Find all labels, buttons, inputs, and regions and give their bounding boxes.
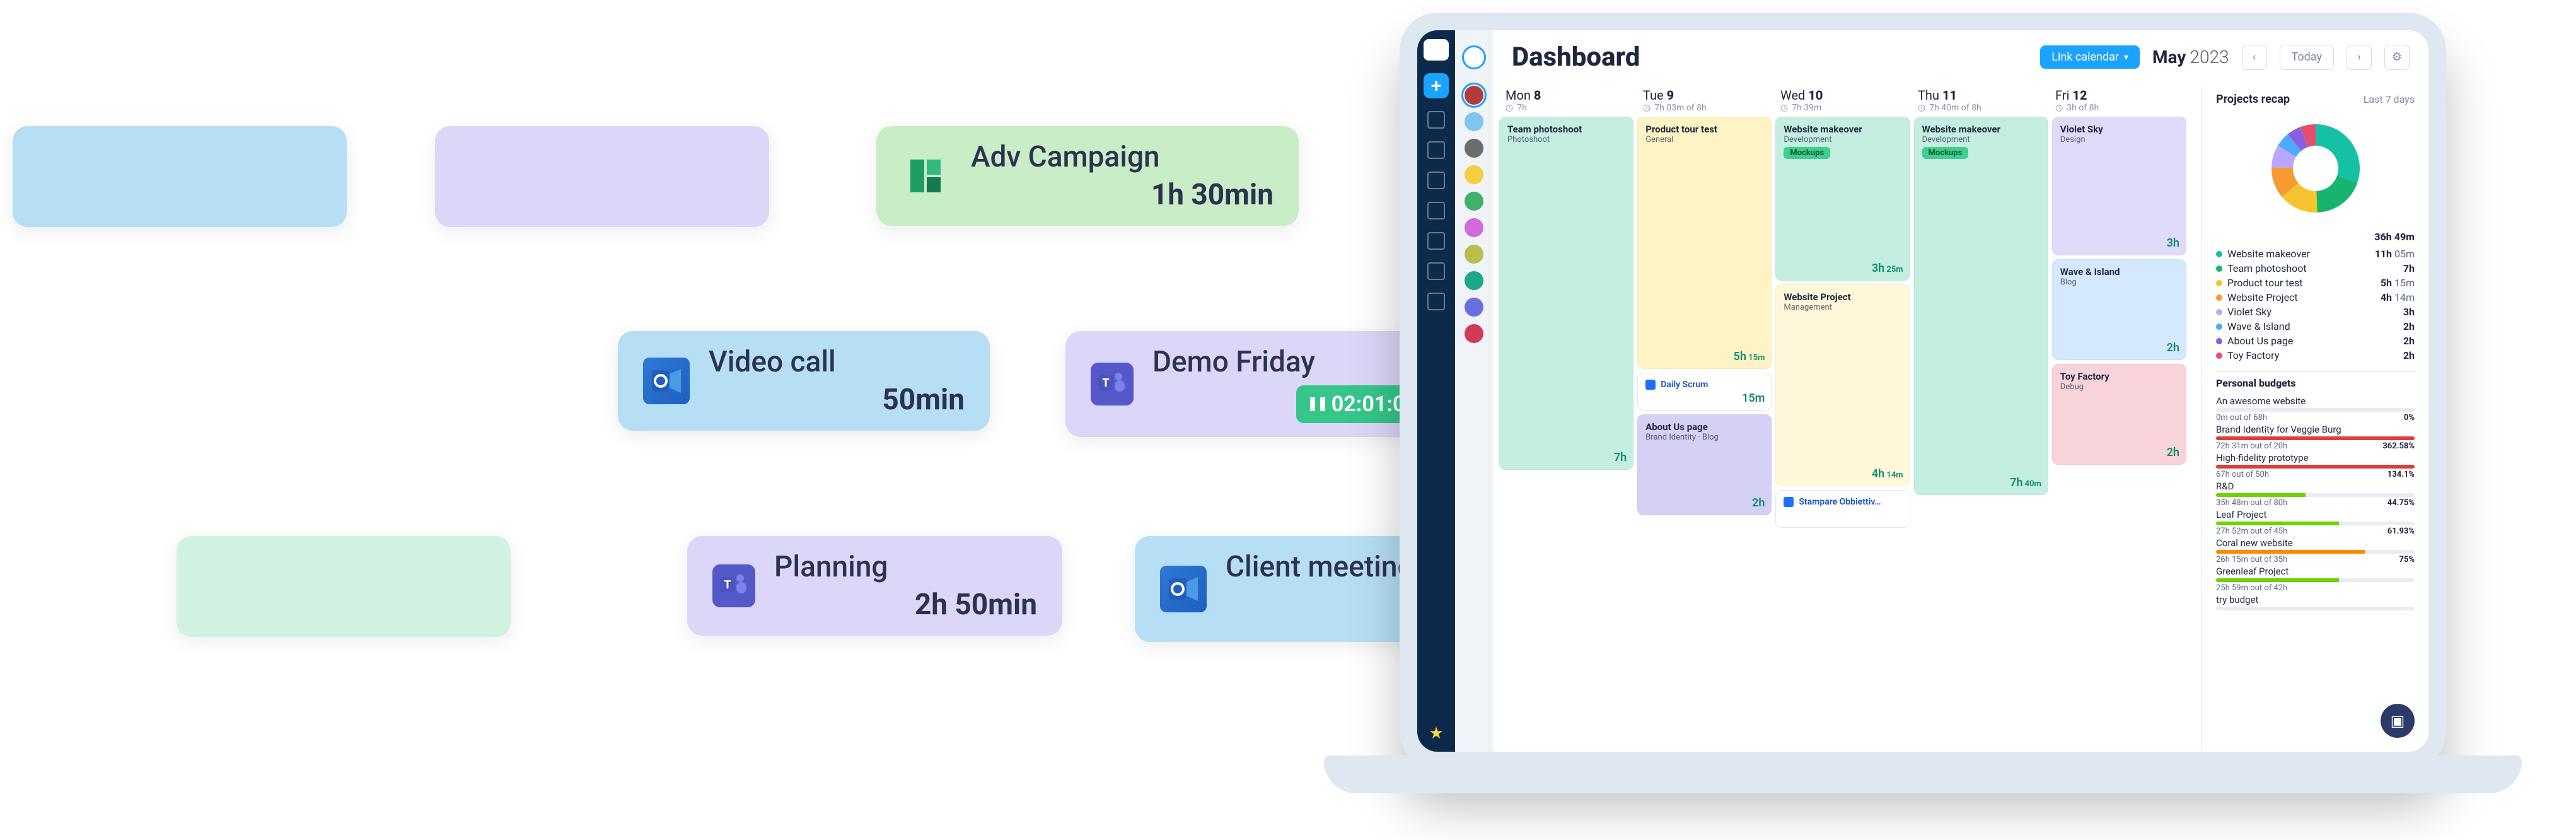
app-logo-icon[interactable] [1424, 39, 1449, 61]
legend-row: Wave & Island2h [2216, 320, 2415, 332]
project-dot[interactable] [1465, 86, 1483, 105]
avatar[interactable] [1462, 45, 1486, 69]
month-label: May2023 [2152, 47, 2229, 67]
calendar-event[interactable]: Website makeoverDevelopmentMockups3h 25m [1775, 117, 1910, 281]
recap-total: 36h 49m [2216, 231, 2415, 243]
laptop-mock: + ★ Dashboard Link calendar [1400, 13, 2446, 769]
day-column: Team photoshootPhotoshoot7h [1499, 117, 1633, 528]
day-column: Product tour testGeneral5h 15m Daily Scru… [1637, 117, 1772, 528]
next-button[interactable]: › [2347, 45, 2372, 70]
day-column: Violet SkyDesign3hWave & IslandBlog2hToy… [2052, 117, 2186, 528]
day-header: Tue 97h 03m of 8h [1637, 84, 1774, 117]
blank-card-mint [177, 536, 511, 637]
card-duration: 1h 30min [971, 178, 1273, 212]
card-video-call[interactable]: Video call 50min [618, 331, 990, 431]
planner-icon [902, 151, 952, 201]
calendar-event[interactable]: Stampare Obbiettiv… [1775, 490, 1910, 528]
card-duration: 2h 50min [774, 588, 1037, 622]
card-title: Video call [709, 345, 965, 379]
project-dot[interactable] [1465, 218, 1483, 237]
budget-row[interactable]: try budget [2216, 594, 2415, 612]
recap-panel: Projects recap Last 7 days 36h 49m Websi… [2202, 84, 2428, 752]
calendar-event[interactable]: Product tour testGeneral5h 15m [1637, 117, 1772, 369]
nav-list-icon[interactable] [1427, 141, 1445, 159]
budget-row[interactable]: Coral new website26h 15m out of 35h75% [2216, 537, 2415, 564]
blank-card-lilac [435, 126, 769, 227]
calendar-event[interactable]: About Us pageBrand Identity · Blog2h [1637, 414, 1772, 515]
calendar-event[interactable]: Daily Scrum15m [1637, 373, 1772, 411]
calendar-event[interactable]: Wave & IslandBlog2h [2052, 259, 2186, 360]
card-duration: 50min [709, 383, 965, 417]
project-dot[interactable] [1465, 324, 1483, 343]
add-button[interactable]: + [1424, 73, 1449, 98]
calendar: Mon 87hTue 97h 03m of 8hWed 107h 39mThu … [1493, 84, 2202, 752]
project-column [1455, 30, 1493, 752]
calendar-event[interactable]: Website makeoverDevelopmentMockups7h 40m [1914, 117, 2048, 495]
legend-row: Team photoshoot7h [2216, 262, 2415, 274]
budget-row[interactable]: Greenleaf Project25h 59m out of 42h [2216, 566, 2415, 593]
legend-row: Toy Factory2h [2216, 349, 2415, 361]
budgets-heading: Personal budgets [2216, 371, 2415, 389]
calendar-event[interactable]: Violet SkyDesign3h [2052, 117, 2186, 255]
nav-rail: + ★ [1417, 30, 1455, 752]
budget-row[interactable]: An awesome website0m out of 68h0% [2216, 395, 2415, 423]
legend-row: Product tour test5h 15m [2216, 277, 2415, 289]
project-dot[interactable] [1465, 112, 1483, 131]
teams-icon: T [1091, 363, 1134, 405]
project-dot[interactable] [1465, 165, 1483, 184]
teams-icon: T [712, 564, 755, 607]
project-dot[interactable] [1465, 298, 1483, 317]
card-adv-campaign[interactable]: Adv Campaign 1h 30min [876, 126, 1299, 226]
today-button[interactable]: Today [2280, 45, 2334, 70]
recap-period: Last 7 days [2364, 93, 2415, 105]
project-dot[interactable] [1465, 192, 1483, 211]
legend-row: About Us page2h [2216, 335, 2415, 347]
card-demo-friday[interactable]: T Demo Friday 02:01:08 [1065, 331, 1456, 437]
svg-text:T: T [1102, 376, 1109, 390]
card-title: Planning [774, 550, 1037, 584]
star-icon[interactable]: ★ [1429, 724, 1443, 743]
topbar: Dashboard Link calendar May2023 ‹ Today … [1493, 30, 2428, 84]
day-column: Website makeoverDevelopmentMockups3h 25m… [1775, 117, 1910, 528]
page-title: Dashboard [1512, 42, 1640, 73]
project-dot[interactable] [1465, 245, 1483, 264]
legend-row: Violet Sky3h [2216, 306, 2415, 318]
card-planning[interactable]: T Planning 2h 50min [687, 536, 1062, 636]
budget-row[interactable]: Brand Identity for Veggie Burg72h 31m ou… [2216, 424, 2415, 451]
budget-row[interactable]: R&D35h 48m out of 80h44.75% [2216, 481, 2415, 508]
day-header: Fri 123h of 8h [2049, 84, 2186, 117]
outlook-icon [643, 358, 690, 404]
nav-team-icon[interactable] [1427, 262, 1445, 280]
project-dot[interactable] [1465, 139, 1483, 158]
nav-reports-icon[interactable] [1427, 202, 1445, 219]
pause-icon [1310, 392, 1325, 417]
nav-calendar-icon[interactable] [1427, 111, 1445, 129]
project-dot[interactable] [1465, 271, 1483, 290]
day-column: Website makeoverDevelopmentMockups7h 40m [1914, 117, 2048, 528]
day-header: Mon 87h [1499, 84, 1637, 117]
nav-folder-icon[interactable] [1427, 172, 1445, 189]
budget-row[interactable]: High-fidelity prototype67h out of 50h134… [2216, 452, 2415, 479]
outlook-icon [1160, 566, 1207, 612]
settings-button[interactable]: ⚙ [2384, 45, 2410, 70]
nav-chart-icon[interactable] [1427, 232, 1445, 250]
recap-title: Projects recap [2216, 93, 2290, 106]
calendar-event[interactable]: Team photoshootPhotoshoot7h [1499, 117, 1633, 470]
help-fab[interactable]: ▣ [2381, 704, 2415, 738]
legend-row: Website makeover11h 05m [2216, 248, 2415, 260]
blank-card-blue [13, 126, 347, 227]
day-header: Thu 117h 40m of 8h [1912, 84, 2049, 117]
calendar-event[interactable]: Toy FactoryDebug2h [2052, 364, 2186, 465]
recap-donut-chart [2262, 115, 2369, 222]
nav-settings-icon[interactable] [1427, 293, 1445, 310]
day-header: Wed 107h 39m [1774, 84, 1912, 117]
link-calendar-button[interactable]: Link calendar [2040, 45, 2140, 69]
budget-row[interactable]: Leaf Project27h 52m out of 45h61.93% [2216, 509, 2415, 536]
legend-row: Website Project4h 14m [2216, 291, 2415, 303]
prev-button[interactable]: ‹ [2242, 45, 2267, 70]
card-title: Demo Friday [1152, 345, 1431, 379]
calendar-event[interactable]: Website ProjectManagement4h 14m [1775, 284, 1910, 486]
card-title: Adv Campaign [971, 140, 1273, 174]
svg-text:T: T [724, 578, 731, 592]
